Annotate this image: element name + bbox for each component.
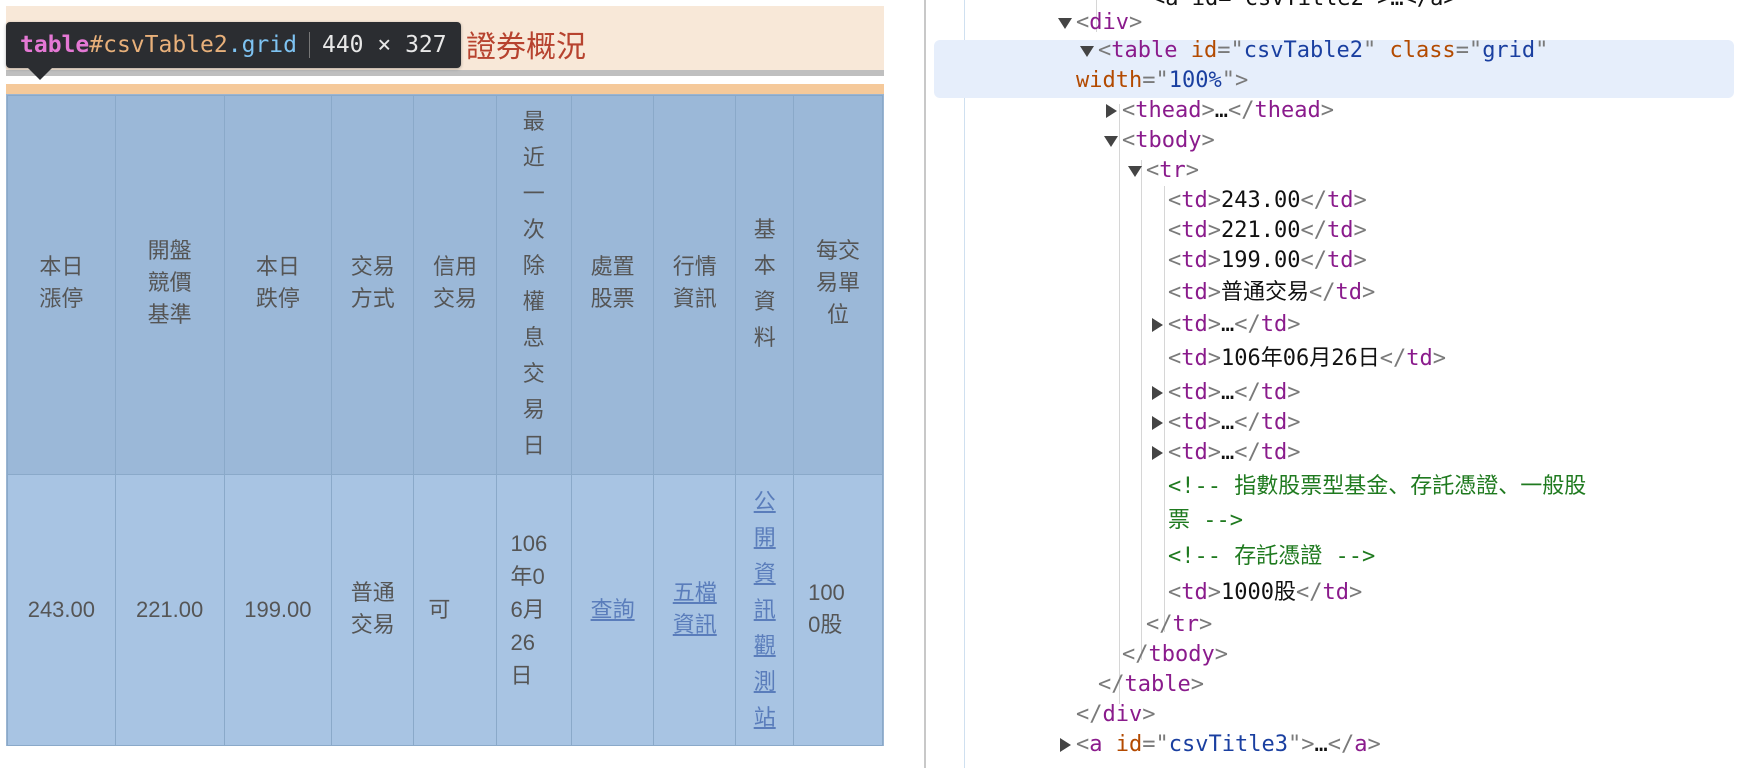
node-csvtitle3[interactable]: <a id="csvTitle3">…</a> (1060, 730, 1381, 760)
node-td-5-collapsed[interactable]: <td>…</td> (1152, 310, 1301, 340)
tooltip-tag: table (20, 32, 90, 58)
node-table-selected[interactable]: <table id="csvTable2" class="grid" (1080, 36, 1548, 66)
cell-quote: 五檔資訊 (653, 474, 737, 746)
cell-unit: 1000股 (793, 474, 883, 746)
cell-ex-date: 106年06月26日 (495, 474, 573, 746)
collapse-toggle-icon[interactable] (1150, 318, 1164, 332)
collapse-toggle-icon[interactable] (1104, 104, 1118, 118)
node-td-3[interactable]: <td>199.00</td> (1168, 246, 1367, 276)
node-table-width-attr[interactable]: width="100%"> (1076, 66, 1248, 96)
node-div[interactable]: <div> (1058, 8, 1142, 38)
node-td-2[interactable]: <td>221.00</td> (1168, 216, 1367, 246)
node-td-6[interactable]: <td>106年06月26日</td> (1168, 344, 1446, 374)
node-td-8-collapsed[interactable]: <td>…</td> (1152, 408, 1301, 438)
page-viewport: 證券概況 本日漲停 開盤競價基準 本日跌停 交易方式 信用交易 最近一次除權息交… (0, 0, 924, 768)
devtools-inspector: <a id="csvTitle2">…</a> <div> <table id=… (926, 0, 1738, 768)
expand-toggle-icon[interactable] (1128, 164, 1142, 178)
table-row: 243.00 221.00 199.00 普通交易 可 106年06月26日 查… (7, 474, 883, 746)
expand-toggle-icon[interactable] (1058, 16, 1072, 30)
collapse-toggle-icon[interactable] (1150, 386, 1164, 400)
node-tr-close[interactable]: </tr> (1146, 610, 1212, 640)
indent-guide (1141, 160, 1142, 660)
header-limit-up: 本日漲停 (7, 95, 116, 475)
table-header-row: 本日漲停 開盤競價基準 本日跌停 交易方式 信用交易 最近一次除權息交易日 處置… (7, 95, 883, 475)
tooltip-size: 440 × 327 (321, 32, 447, 58)
cell-basic: 公開資訊觀測站 (735, 474, 795, 746)
node-comment-2[interactable]: <!-- 存託憑證 --> (1168, 542, 1375, 572)
node-td-last[interactable]: <td>1000股</td> (1168, 578, 1362, 608)
node-thead[interactable]: <thead>…</thead> (1106, 96, 1334, 126)
csv-table-highlight[interactable]: 本日漲停 開盤競價基準 本日跌停 交易方式 信用交易 最近一次除權息交易日 處置… (6, 94, 884, 746)
inspector-tooltip: table #csvTable2 .grid 440 × 327 (6, 22, 461, 68)
node-tbody-close[interactable]: </tbody> (1122, 640, 1228, 670)
collapse-toggle-icon[interactable] (1150, 446, 1164, 460)
node-td-7-collapsed[interactable]: <td>…</td> (1152, 378, 1301, 408)
node-tbody[interactable]: <tbody> (1104, 126, 1215, 156)
expand-toggle-icon[interactable] (1080, 44, 1094, 58)
node-comment-1-cont[interactable]: 票 --> (1168, 506, 1243, 536)
collapse-toggle-icon[interactable] (1150, 416, 1164, 430)
node-csvtitle2-partial[interactable]: <a id="csvTitle2">…</a> (1152, 0, 1457, 14)
node-table-close[interactable]: </table> (1098, 670, 1204, 700)
node-tr[interactable]: <tr> (1128, 156, 1199, 186)
node-div-close[interactable]: </div> (1076, 700, 1156, 730)
mops-link[interactable]: 公開資訊觀測站 (753, 484, 776, 736)
gutter-line (964, 0, 965, 768)
cell-limit-up: 243.00 (7, 474, 116, 746)
quote-info-link[interactable]: 五檔資訊 (672, 577, 718, 641)
cell-disposal: 查詢 (571, 474, 655, 746)
node-td-9-collapsed[interactable]: <td>…</td> (1152, 438, 1301, 468)
tooltip-id: #csvTable2 (89, 32, 228, 58)
csv-table[interactable]: 本日漲停 開盤競價基準 本日跌停 交易方式 信用交易 最近一次除權息交易日 處置… (7, 95, 883, 746)
tooltip-arrow (28, 68, 52, 80)
expand-toggle-icon[interactable] (1104, 134, 1118, 148)
section-title: 證券概況 (466, 30, 586, 65)
header-basic: 基本資料 (735, 95, 795, 475)
collapse-toggle-icon[interactable] (1058, 738, 1072, 752)
node-td-1[interactable]: <td>243.00</td> (1168, 186, 1367, 216)
header-disposal: 處置股票 (571, 95, 655, 475)
disposal-query-link[interactable]: 查詢 (591, 597, 635, 622)
header-credit: 信用交易 (413, 95, 497, 475)
tooltip-class: .grid (227, 32, 297, 58)
header-quote: 行情資訊 (653, 95, 737, 475)
cell-credit: 可 (413, 474, 497, 746)
title-underline-band (6, 84, 884, 94)
indent-guide (1119, 104, 1120, 704)
header-ex-date: 最近一次除權息交易日 (495, 95, 573, 475)
indent-guide (1164, 186, 1165, 632)
node-td-4[interactable]: <td>普通交易</td> (1168, 278, 1375, 308)
cell-limit-down: 199.00 (223, 474, 333, 746)
tooltip-separator (308, 32, 310, 58)
cell-trade-type: 普通交易 (331, 474, 415, 746)
header-trade-type: 交易方式 (331, 95, 415, 475)
header-unit: 每交易單位 (793, 95, 883, 475)
cell-ref-price: 221.00 (114, 474, 225, 746)
node-comment-1[interactable]: <!-- 指數股票型基金、存託憑證、一般股 (1168, 472, 1586, 502)
header-ref-price: 開盤競價基準 (114, 95, 225, 475)
header-limit-down: 本日跌停 (223, 95, 333, 475)
